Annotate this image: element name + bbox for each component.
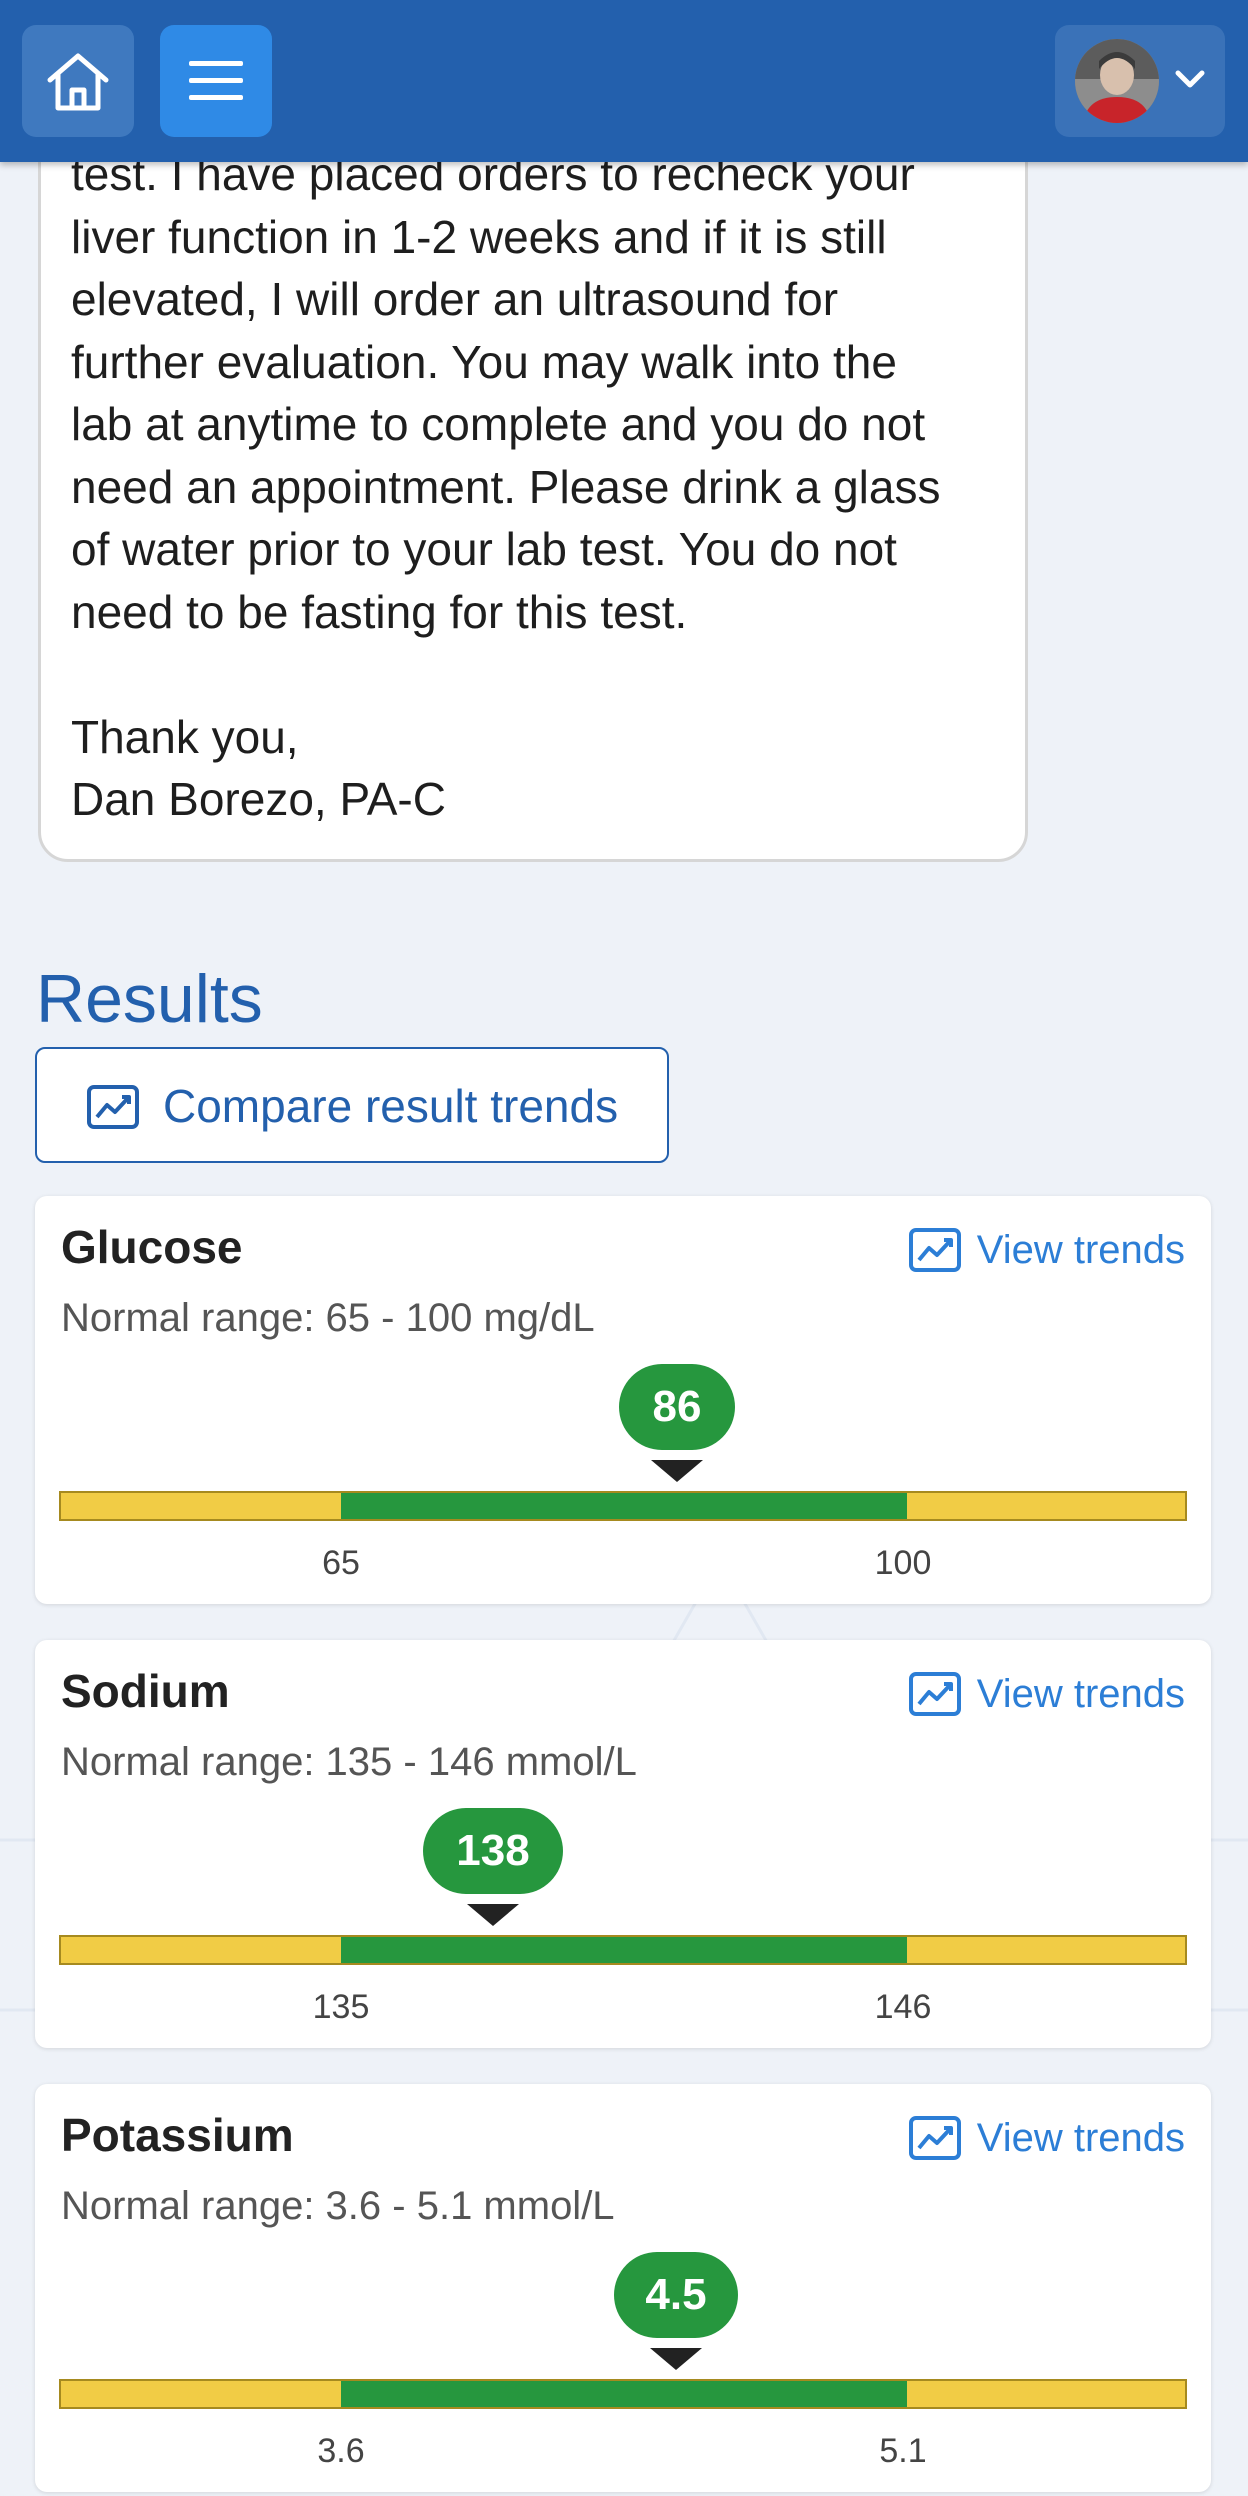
message-card: test. I have placed orders to recheck yo… — [38, 100, 1028, 862]
value-pointer — [650, 2348, 702, 2370]
result-value-badge: 86 — [619, 1364, 735, 1450]
result-value-badge: 138 — [423, 1808, 563, 1894]
home-icon — [47, 53, 109, 111]
result-value-badge: 4.5 — [614, 2252, 738, 2338]
view-trends-label: View trends — [976, 1671, 1185, 1716]
results-heading: Results — [36, 961, 263, 1037]
normal-range-segment — [341, 2381, 907, 2407]
value-pointer — [651, 1460, 703, 1482]
range-high-label: 5.1 — [879, 2432, 927, 2470]
range-bar — [59, 1935, 1187, 1965]
hamburger-menu-icon — [189, 61, 243, 100]
compare-result-trends-label: Compare result trends — [163, 1080, 619, 1132]
account-menu-button[interactable] — [1055, 25, 1225, 137]
normal-range-text: Normal range: 3.6 - 5.1 mmol/L — [61, 2184, 615, 2228]
value-pointer — [467, 1904, 519, 1926]
trend-chart-icon — [908, 1228, 961, 1272]
view-trends-label: View trends — [976, 2115, 1185, 2160]
range-high-label: 146 — [874, 1988, 932, 2026]
view-trends-link[interactable]: View trends — [908, 2110, 1185, 2166]
normal-range-segment — [341, 1493, 907, 1519]
trend-chart-icon — [87, 1085, 139, 1129]
home-button[interactable] — [22, 25, 134, 137]
range-bar — [59, 1491, 1187, 1521]
trend-chart-icon — [908, 1672, 961, 1716]
view-trends-link[interactable]: View trends — [908, 1666, 1185, 1722]
result-name: Potassium — [61, 2109, 294, 2161]
range-high-label: 100 — [874, 1544, 932, 1582]
avatar — [1075, 39, 1159, 123]
view-trends-link[interactable]: View trends — [908, 1222, 1185, 1278]
result-card-glucose: Glucose View trends Normal range: 65 - 1… — [35, 1196, 1211, 1604]
range-low-label: 65 — [322, 1544, 360, 1582]
result-name: Sodium — [61, 1665, 230, 1717]
result-name: Glucose — [61, 1221, 243, 1273]
result-card-sodium: Sodium View trends Normal range: 135 - 1… — [35, 1640, 1211, 2048]
normal-range-text: Normal range: 135 - 146 mmol/L — [61, 1740, 637, 1784]
menu-button[interactable] — [160, 25, 272, 137]
trend-chart-icon — [908, 2116, 961, 2160]
view-trends-label: View trends — [976, 1227, 1185, 1272]
message-body: test. I have placed orders to recheck yo… — [71, 148, 941, 825]
result-card-potassium: Potassium View trends Normal range: 3.6 … — [35, 2084, 1211, 2492]
range-low-label: 3.6 — [317, 2432, 365, 2470]
range-low-label: 135 — [312, 1988, 370, 2026]
chevron-down-icon — [1175, 70, 1205, 88]
top-nav-bar — [0, 0, 1248, 162]
user-photo-icon — [1075, 39, 1159, 123]
normal-range-segment — [341, 1937, 907, 1963]
range-bar — [59, 2379, 1187, 2409]
normal-range-text: Normal range: 65 - 100 mg/dL — [61, 1296, 595, 1340]
compare-result-trends-button[interactable]: Compare result trends — [35, 1047, 669, 1163]
